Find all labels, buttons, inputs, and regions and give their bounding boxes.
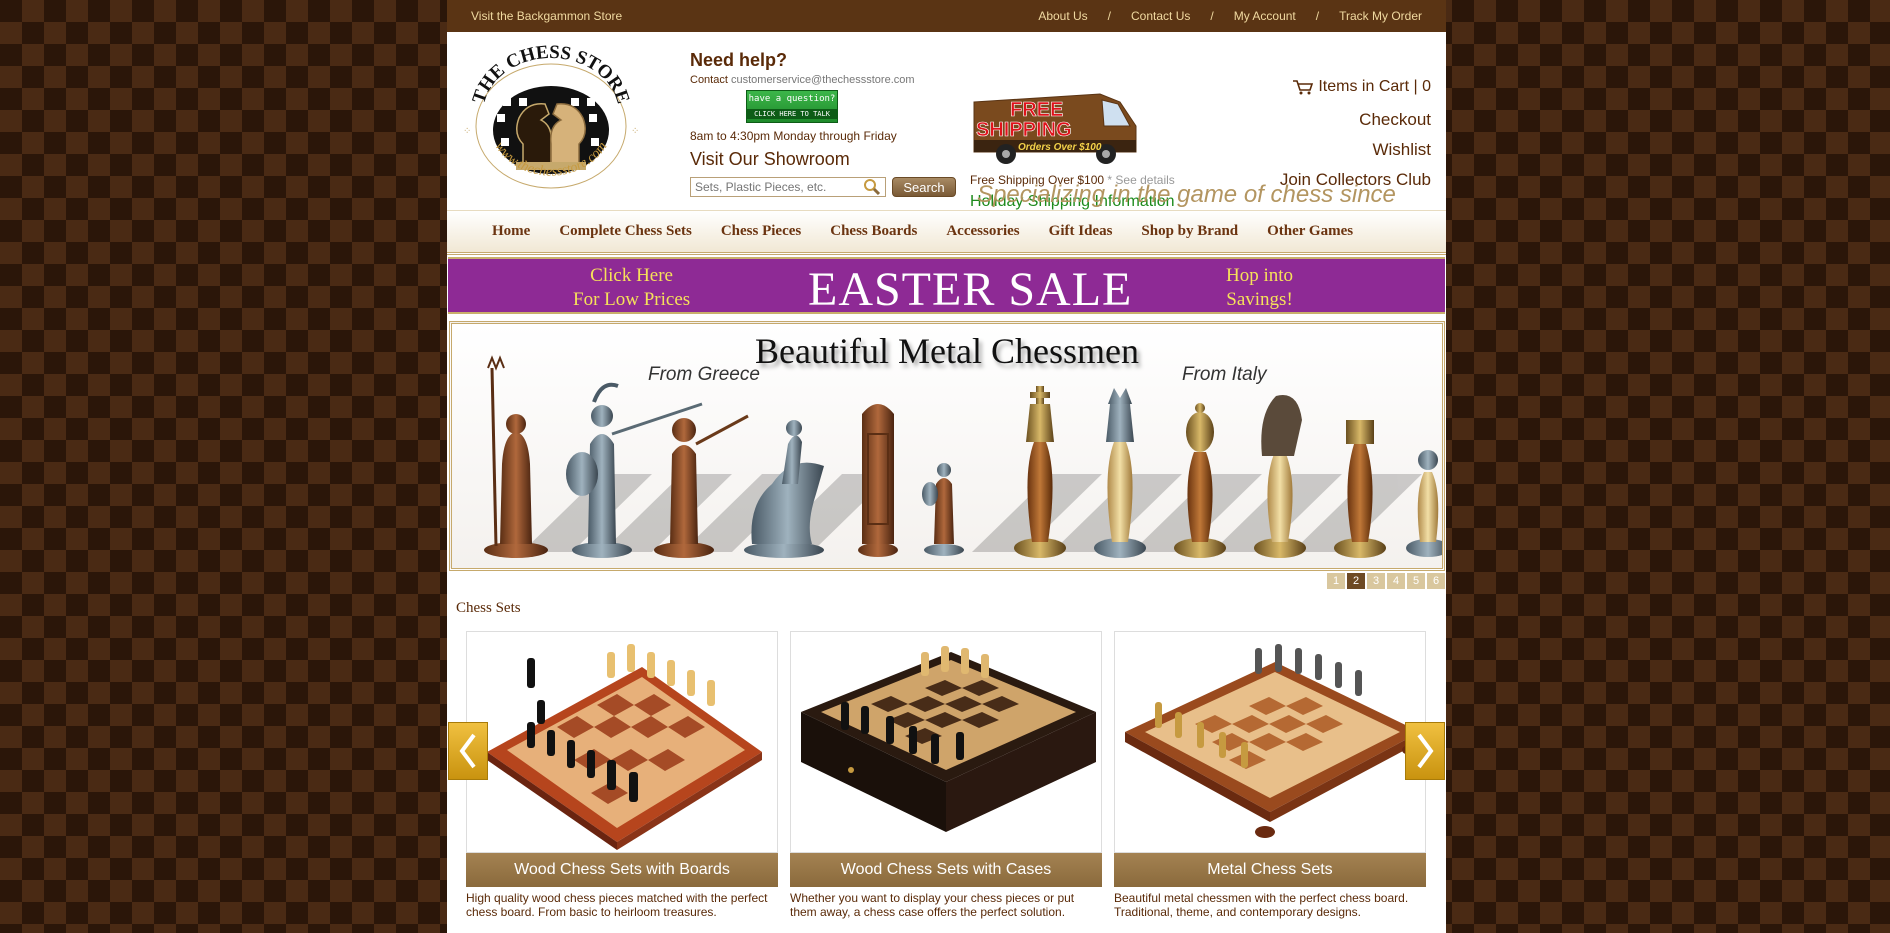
svg-text:SHIPPING: SHIPPING [976,119,1072,141]
pager-dot[interactable]: 3 [1367,573,1385,589]
about-us-link[interactable]: About Us [1038,9,1087,23]
separator: / [1107,9,1112,23]
help-block: Need help? Contact customerservice@thech… [690,50,915,170]
contact-us-link[interactable]: Contact Us [1131,9,1190,23]
click-to-talk-text: CLICK HERE TO TALK [747,109,837,119]
hero-subtitle-greece: From Greece [648,364,760,385]
search-row: Search [690,177,956,197]
easter-sale-banner[interactable]: Click Here For Low Prices EASTER SALE Ho… [448,257,1445,316]
cart-count-text: Items in Cart | 0 [1318,78,1431,95]
have-a-question-button[interactable]: have a question? CLICK HERE TO TALK [746,90,838,123]
card-description: Whether you want to display your chess p… [790,891,1075,919]
need-help-title: Need help? [690,50,788,70]
cart-items[interactable]: Items in Cart | 0 [1280,78,1431,96]
nav-complete-chess-sets[interactable]: Complete Chess Sets [559,223,692,240]
sale-right-line1: Hop into [1226,265,1294,286]
section-title: Chess Sets [456,600,521,616]
showroom-link[interactable]: Visit Our Showroom [690,149,915,170]
hero-title: Beautiful Metal Chessmen [755,331,1139,371]
chevron-left-icon [459,733,476,769]
question-text: have a question? [748,94,836,104]
top-links: About Us / Contact Us / My Account / Tra… [1038,9,1422,23]
card-caption[interactable]: Wood Chess Sets with Boards [466,853,778,887]
nav-accessories[interactable]: Accessories [946,223,1019,240]
search-box [690,177,886,197]
nav-gift-ideas[interactable]: Gift Ideas [1049,223,1113,240]
contact-line: Contact customerservice@thechessstore.co… [690,74,915,86]
sale-left-line1: Click Here [590,265,673,286]
wishlist-link[interactable]: Wishlist [1280,140,1431,160]
pager-dot[interactable]: 4 [1387,573,1405,589]
sale-right-text: Hop into Savings! [1226,264,1293,312]
free-shipping-truck-icon[interactable]: FREE SHIPPING Orders Over $100 [970,82,1140,166]
separator: / [1315,9,1320,23]
sale-left-line2: For Low Prices [573,289,691,310]
svg-text:Orders Over $100: Orders Over $100 [1018,142,1102,153]
nav-shop-by-brand[interactable]: Shop by Brand [1141,223,1238,240]
nav-other-games[interactable]: Other Games [1267,223,1353,240]
search-button[interactable]: Search [892,177,956,197]
card-image[interactable] [1114,631,1426,853]
card-description: Beautiful metal chessmen with the perfec… [1114,891,1409,919]
chess-case-image [801,646,1096,832]
nav-home[interactable]: Home [492,223,530,240]
hero-banner[interactable]: Beautiful Metal Chessmen From Greece Fro… [449,321,1445,571]
checkout-link[interactable]: Checkout [1280,110,1431,130]
hero-subtitle-italy: From Italy [1182,364,1267,385]
top-bar: Visit the Backgammon Store About Us / Co… [447,0,1446,32]
card-image[interactable] [790,631,1102,853]
category-card[interactable]: Wood Chess Sets with Cases Whether you w… [790,631,1102,919]
sale-left-text: Click Here For Low Prices [573,264,690,312]
search-input[interactable] [695,180,855,194]
sale-right-line2: Savings! [1226,289,1293,310]
svg-text:⁘: ⁘ [631,126,639,137]
svg-text:⁘: ⁘ [463,126,471,137]
category-card[interactable]: Wood Chess Sets with Boards High quality… [466,631,778,919]
card-image[interactable] [466,631,778,853]
cart-block: Items in Cart | 0 Checkout Wishlist Join… [1280,78,1431,190]
store-logo[interactable]: THE CHESS STORE www.thechessstore.com ⁘ … [461,44,641,200]
cart-icon [1293,80,1314,95]
nav-chess-pieces[interactable]: Chess Pieces [721,223,801,240]
category-card[interactable]: Metal Chess Sets Beautiful metal chessme… [1114,631,1426,919]
card-caption[interactable]: Wood Chess Sets with Cases [790,853,1102,887]
nav-chess-boards[interactable]: Chess Boards [830,223,917,240]
separator: / [1210,9,1214,23]
contact-email[interactable]: customerservice@thechessstore.com [731,74,915,86]
pager-dot-active[interactable]: 2 [1347,573,1365,589]
search-icon[interactable] [863,179,881,195]
chevron-right-icon [1417,733,1434,769]
contact-label: Contact [690,74,728,86]
pager-dot[interactable]: 6 [1427,573,1445,589]
card-caption[interactable]: Metal Chess Sets [1114,853,1426,887]
pager-dot[interactable]: 1 [1327,573,1345,589]
business-hours: 8am to 4:30pm Monday through Friday [690,129,897,143]
category-carousel: Wood Chess Sets with Boards High quality… [466,631,1426,919]
pager-dot[interactable]: 5 [1407,573,1425,589]
my-account-link[interactable]: My Account [1234,9,1296,23]
backgammon-link[interactable]: Visit the Backgammon Store [471,9,622,23]
carousel-next-button[interactable] [1405,722,1445,780]
track-order-link[interactable]: Track My Order [1339,9,1422,23]
main-nav: Home Complete Chess Sets Chess Pieces Ch… [447,210,1446,255]
card-description: High quality wood chess pieces matched w… [466,891,768,919]
slider-pager: 1 2 3 4 5 6 [1327,573,1445,589]
svg-text:FREE: FREE [1010,99,1063,121]
page: Visit the Backgammon Store About Us / Co… [447,0,1446,933]
carousel-prev-button[interactable] [448,722,488,780]
sale-title: EASTER SALE [808,263,1133,316]
wood-board-image [487,644,762,850]
metal-set-image [1125,644,1420,838]
